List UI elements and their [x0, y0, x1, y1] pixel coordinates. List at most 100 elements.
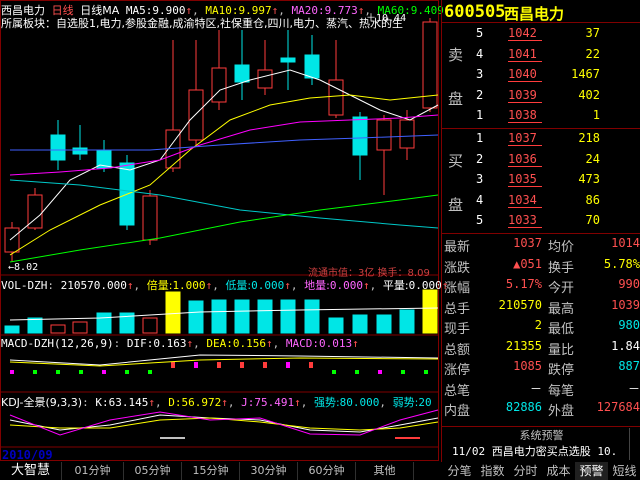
- candle-body: [280, 57, 296, 63]
- candle-body: [304, 54, 320, 79]
- stat-label: 总手: [444, 301, 471, 317]
- alert-num: 10.: [597, 445, 618, 458]
- alert-row[interactable]: 11/02 西昌电力密买点选股 10.: [452, 443, 617, 459]
- orderbook-divider: [442, 128, 640, 129]
- sell-volume: 22: [585, 46, 600, 61]
- sell-volume: 1467: [571, 67, 600, 81]
- candle-body: [4, 227, 20, 253]
- volume-bar: [422, 289, 438, 334]
- sell-label-1: 卖: [448, 46, 464, 64]
- stat-value: 5.78%: [603, 256, 640, 271]
- volume-bar: [376, 314, 392, 334]
- macd-bar: [102, 370, 106, 374]
- buy-price: 1037: [508, 131, 537, 145]
- sell-level: 4: [476, 46, 484, 61]
- buy-price: 1036: [508, 151, 537, 166]
- stat-label: 内盘: [444, 404, 471, 419]
- stat-label: 最新: [444, 240, 471, 255]
- volume-bar: [352, 314, 368, 334]
- stat-value: －: [627, 381, 640, 396]
- quote-tab-0[interactable]: 分笔: [443, 462, 476, 480]
- stat-label: 每笔: [548, 383, 575, 399]
- kdj-j-line: [9, 409, 439, 436]
- tab-period-5[interactable]: 60分钟: [298, 462, 356, 480]
- macd-bar: [79, 370, 83, 374]
- buy-label-2: 盘: [448, 196, 464, 214]
- tab-brand[interactable]: 大智慧: [0, 462, 62, 480]
- tab-period-6[interactable]: 其他: [356, 462, 414, 480]
- buy-level: 3: [476, 172, 484, 186]
- quote-tab-3[interactable]: 成本: [542, 462, 575, 480]
- buy-price-underline: [508, 206, 542, 208]
- volume-bar: [257, 299, 273, 334]
- tab-period-3[interactable]: 15分钟: [182, 462, 240, 480]
- macd-bar: [33, 370, 37, 374]
- buy-volume: 70: [585, 213, 600, 227]
- stat-value: 2: [534, 318, 542, 332]
- macd-bar: [355, 370, 359, 374]
- stat-value: 21355: [505, 338, 542, 353]
- candle-body: [211, 67, 227, 103]
- volume-bar: [165, 291, 181, 334]
- tab-period-1[interactable]: 01分钟: [62, 462, 124, 480]
- volume-bar: [211, 299, 227, 334]
- quote-panel: 600505 西昌电力 卖盘买盘 5 1042 37 4 1041 22 3 1040 1467 2…: [441, 0, 640, 462]
- vol-di: 0.000: [251, 279, 285, 292]
- vol-bei: 1.000: [172, 279, 206, 292]
- tab-period-2[interactable]: 05分钟: [124, 462, 182, 480]
- peak-price-label: ＋10.44: [366, 13, 407, 24]
- vol-ping: 0.000: [408, 279, 442, 292]
- alert-title: 系统预警: [442, 426, 640, 443]
- volume-bar: [328, 317, 344, 334]
- macd-bar: [286, 362, 290, 368]
- stat-label: 现手: [444, 322, 471, 337]
- sell-price: 1039: [508, 87, 537, 102]
- stock-title: 西昌电力: [504, 5, 565, 23]
- buy-price-underline: [508, 165, 542, 167]
- quote-tab-1[interactable]: 指数: [476, 462, 509, 480]
- vol-value: 210570.000: [60, 279, 127, 292]
- kdj-marker: [395, 437, 420, 439]
- kline-chart[interactable]: [0, 0, 440, 462]
- stat-label: 最高: [548, 301, 575, 317]
- candle-body: [188, 89, 204, 141]
- buy-price-underline: [508, 227, 542, 228]
- stat-value: 1039: [611, 297, 640, 312]
- buy-price: 1034: [508, 192, 537, 207]
- candle-body: [399, 119, 415, 149]
- tab-period-4[interactable]: 30分钟: [240, 462, 298, 480]
- sell-price-underline: [508, 122, 542, 123]
- kdj-qs: 80.000: [339, 396, 380, 409]
- stat-value: －: [529, 381, 542, 396]
- stat-value: 82886: [505, 400, 542, 414]
- macd-bar: [10, 370, 14, 374]
- volume-bar: [96, 312, 112, 334]
- quote-tab-2[interactable]: 分时: [509, 462, 542, 480]
- stat-label: 涨跌: [444, 260, 471, 276]
- sell-level: 5: [476, 26, 484, 40]
- buy-label-1: 买: [448, 152, 464, 170]
- stats-divider: [442, 233, 640, 234]
- sell-volume: 37: [585, 26, 600, 40]
- buy-volume: 473: [578, 172, 600, 186]
- buy-level: 1: [476, 131, 484, 145]
- quote-tab-5[interactable]: 短线: [608, 462, 640, 480]
- sell-volume: 1: [592, 108, 600, 122]
- sell-price-underline: [508, 40, 542, 41]
- quote-tab-4[interactable]: 预警: [575, 462, 608, 480]
- stat-label: 总笔: [444, 383, 471, 399]
- buy-price-underline: [508, 186, 542, 187]
- buy-level: 5: [476, 213, 484, 227]
- buy-price: 1033: [508, 213, 537, 227]
- macd-bar: [171, 362, 175, 368]
- alert-scrollbar[interactable]: [629, 428, 639, 460]
- stat-value: 1085: [513, 359, 542, 373]
- macd-bar: [263, 362, 267, 368]
- volume-bar: [50, 324, 66, 334]
- candle-body: [376, 119, 392, 151]
- chart-panel[interactable]: 西昌电力 日线 日线MA MA5:9.900↑, MA10:9.997↑, MA…: [0, 0, 451, 462]
- stat-label: 最低: [548, 322, 575, 337]
- sell-level: 1: [476, 108, 484, 122]
- stat-value: ▲051: [513, 256, 542, 271]
- stat-value: 980: [618, 318, 640, 332]
